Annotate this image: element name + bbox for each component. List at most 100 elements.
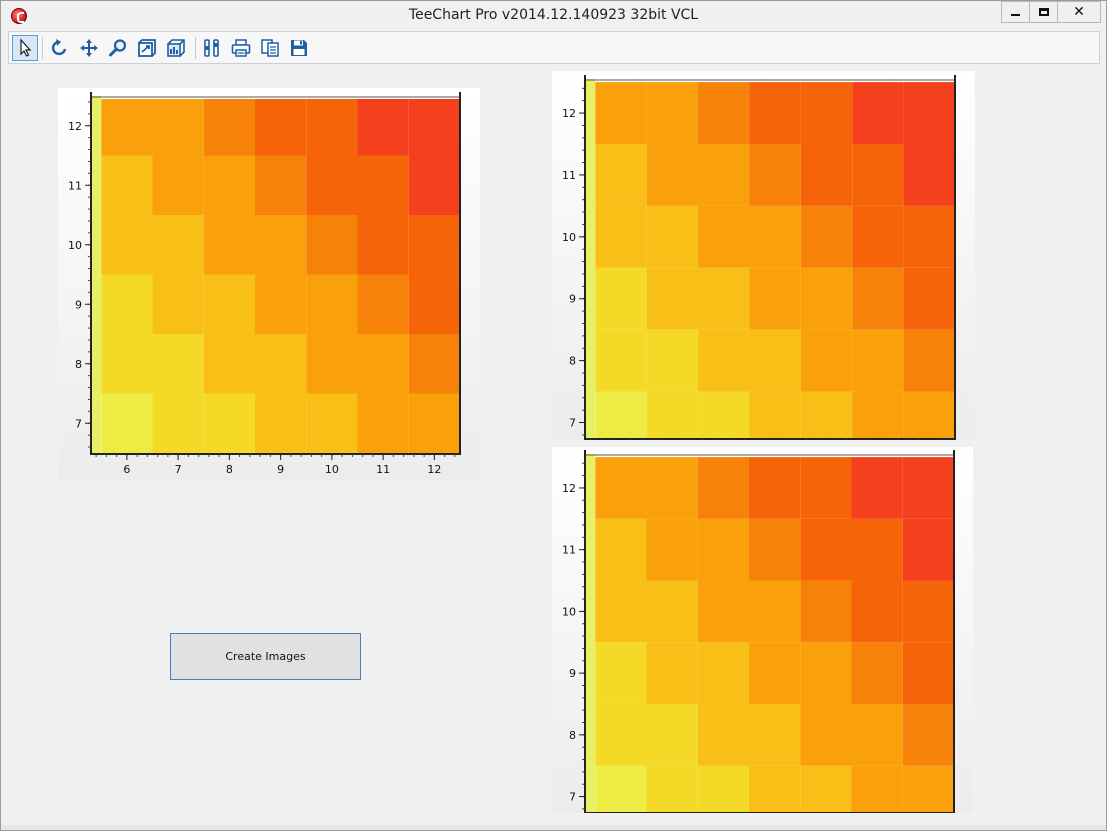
heatmap-cell xyxy=(306,99,358,156)
heatmap-cell xyxy=(306,334,358,394)
heatmap-cell xyxy=(800,703,852,766)
y-tick-label: 12 xyxy=(68,120,82,133)
y-tick-label: 12 xyxy=(562,482,576,495)
y-tick-label: 10 xyxy=(68,239,82,252)
heatmap-cell xyxy=(852,82,904,144)
heatmap-cell xyxy=(595,391,647,438)
move-button[interactable] xyxy=(76,35,102,61)
heatmap-cell xyxy=(101,274,153,334)
heatmap-cell xyxy=(749,267,801,330)
edit-chart-button[interactable] xyxy=(199,35,225,61)
rotate-icon xyxy=(51,39,67,56)
maximize-icon xyxy=(1038,8,1049,16)
depth-icon xyxy=(138,39,156,57)
heatmap-cell xyxy=(852,391,904,438)
y-tick-label: 9 xyxy=(75,298,82,311)
heatmap-chart-right-bottom[interactable]: 7 8 9 10 11 12 xyxy=(552,447,973,813)
heatmap-cell xyxy=(698,143,750,206)
heatmap-cell xyxy=(646,143,699,206)
title-bar[interactable]: TeeChart Pro v2014.12.140923 32bit VCL ✕ xyxy=(1,1,1106,31)
save-button[interactable] xyxy=(286,35,312,61)
copy-button[interactable] xyxy=(257,35,283,61)
close-icon: ✕ xyxy=(1073,4,1085,20)
heatmap-cell xyxy=(408,393,460,453)
heatmap-cell xyxy=(152,155,204,215)
zoom-button[interactable] xyxy=(105,35,131,61)
heatmap-cell xyxy=(255,99,307,156)
y-tick-label: 7 xyxy=(569,417,576,430)
heatmap-cell xyxy=(800,580,852,643)
heatmap-cell xyxy=(800,391,853,438)
heatmap-cell xyxy=(903,205,955,268)
heatmap-cell xyxy=(749,703,801,766)
print-button[interactable] xyxy=(228,35,254,61)
heatmap-cell xyxy=(903,329,955,392)
heatmap-cell xyxy=(357,393,409,453)
depth-button[interactable] xyxy=(134,35,160,61)
heatmap-cell xyxy=(749,391,801,438)
y-tick-label: 10 xyxy=(562,605,576,618)
heatmap-cell xyxy=(595,765,647,812)
heatmap-cell xyxy=(852,267,904,330)
close-button[interactable]: ✕ xyxy=(1057,1,1101,23)
heatmap-cell xyxy=(697,580,749,643)
heatmap-cell xyxy=(255,334,307,394)
minimize-button[interactable] xyxy=(1001,1,1029,23)
heatmap-cell xyxy=(101,215,153,275)
heatmap-cell xyxy=(646,642,698,704)
heatmap-cell xyxy=(595,642,647,704)
view-3d-icon xyxy=(167,39,185,57)
heatmap-cell xyxy=(646,205,699,268)
heatmap-cell xyxy=(851,703,903,766)
plot-edge-strip xyxy=(585,454,595,812)
heatmap-cell xyxy=(749,82,801,144)
heatmap-cell xyxy=(902,457,954,519)
heatmap-cell xyxy=(800,642,852,704)
heatmap-cell xyxy=(408,155,460,215)
create-images-button[interactable]: Create Images xyxy=(170,633,361,680)
heatmap-cell xyxy=(646,765,698,812)
x-tick-label: 11 xyxy=(376,463,390,476)
heatmap-cell xyxy=(749,205,801,268)
heatmap-cell xyxy=(646,82,699,144)
y-tick-label: 8 xyxy=(569,729,576,742)
heatmap-cell xyxy=(595,703,647,766)
heatmap-cell xyxy=(408,99,460,156)
edit-chart-icon xyxy=(204,39,219,57)
y-tick-label: 8 xyxy=(75,358,82,371)
select-arrow-icon xyxy=(20,38,32,57)
y-tick-label: 11 xyxy=(68,179,82,192)
heatmap-cell xyxy=(749,765,801,812)
heatmap-cell xyxy=(698,329,750,392)
heatmap-cell xyxy=(203,274,255,334)
heatmap-cell xyxy=(357,99,409,156)
heatmap-cell xyxy=(852,329,904,392)
x-tick-label: 12 xyxy=(427,463,441,476)
heatmap-cell xyxy=(800,82,853,144)
plot-edge-strip xyxy=(91,96,101,453)
plot-edge-strip xyxy=(585,79,595,438)
heatmap-cell xyxy=(646,457,698,519)
heatmap-cell xyxy=(408,334,460,394)
heatmap-cell xyxy=(697,703,749,766)
heatmap-cell xyxy=(851,580,903,643)
rotate-button[interactable] xyxy=(47,35,73,61)
heatmap-cell xyxy=(800,143,853,206)
heatmap-cell xyxy=(646,391,699,438)
heatmap-cell xyxy=(749,457,801,519)
heatmap-cell xyxy=(851,642,903,704)
heatmap-cell xyxy=(203,99,255,156)
heatmap-cell xyxy=(357,155,409,215)
select-arrow-button[interactable] xyxy=(12,35,38,61)
heatmap-cell xyxy=(595,205,647,268)
view-3d-button[interactable] xyxy=(163,35,189,61)
heatmap-cell xyxy=(357,215,409,275)
heatmap-cell xyxy=(595,267,647,330)
heatmap-cell xyxy=(101,393,153,453)
heatmap-cell xyxy=(152,215,204,275)
x-tick-label: 6 xyxy=(123,463,130,476)
y-tick-label: 8 xyxy=(569,355,576,368)
maximize-button[interactable] xyxy=(1029,1,1057,23)
heatmap-chart-top-left[interactable]: 7 8 9 10 11 12 6 7 8 9 10 11 12 xyxy=(58,88,480,480)
heatmap-chart-right-top[interactable]: 7 8 9 10 11 12 xyxy=(552,71,975,440)
